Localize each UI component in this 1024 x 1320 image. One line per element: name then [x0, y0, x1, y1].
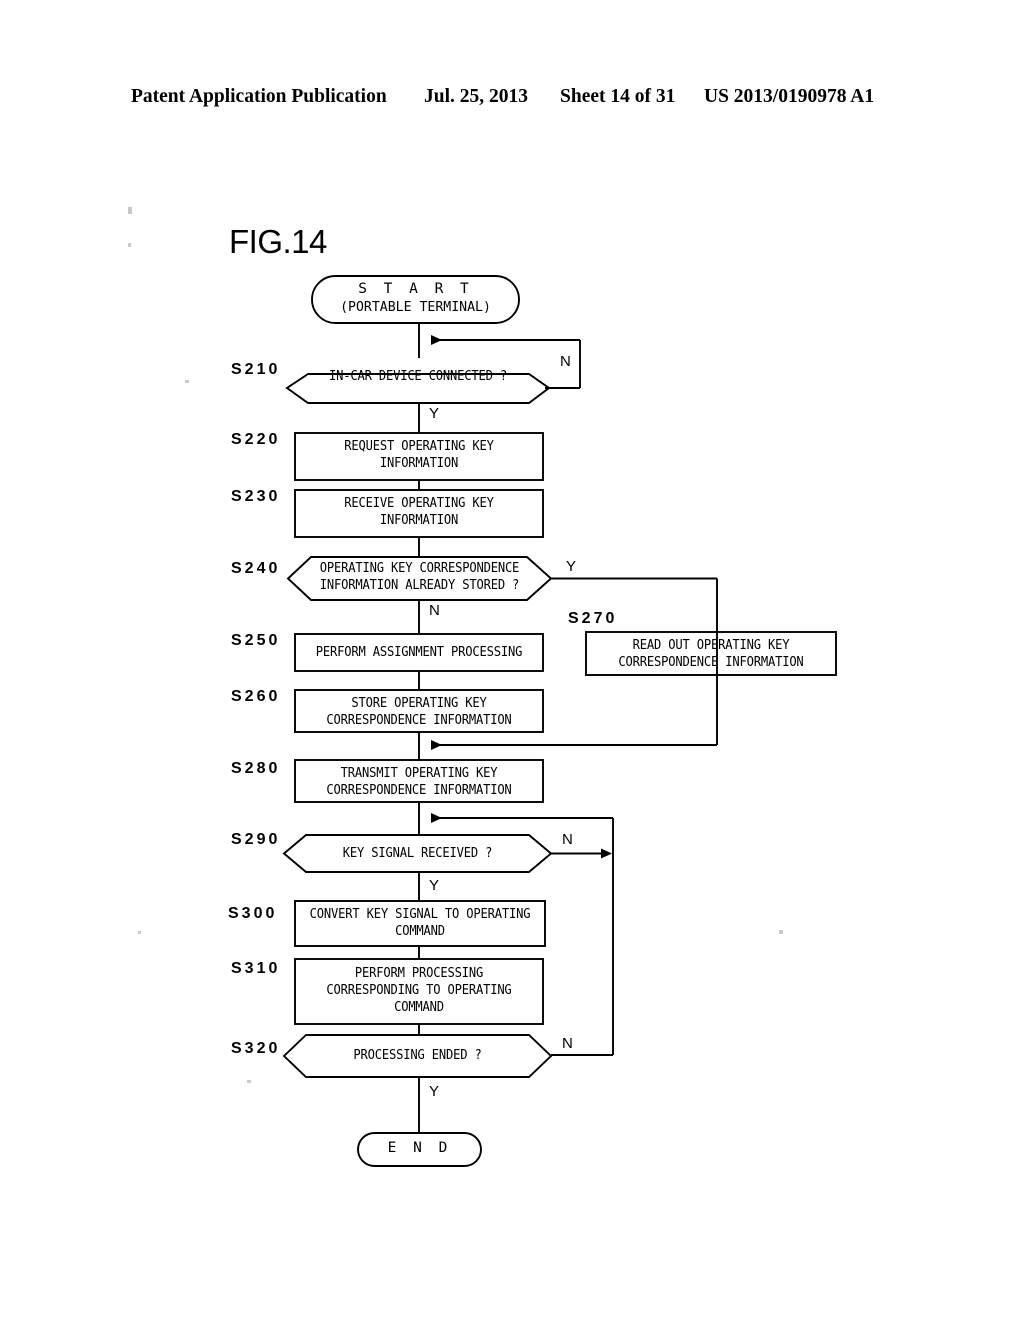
start-terminal-line1: S T A R T: [358, 281, 473, 297]
s310-text-line1: PERFORM PROCESSING: [354, 966, 484, 981]
s280-text-line1: TRANSMIT OPERATING KEY: [340, 766, 498, 781]
s260-text-line1: STORE OPERATING KEY: [351, 696, 487, 711]
step-id-s310: S310: [231, 960, 281, 977]
step-id-s240: S240: [231, 560, 281, 577]
step-id-s290: S290: [231, 831, 281, 848]
s320-text-line1: PROCESSING ENDED ?: [353, 1048, 482, 1063]
branch-label-s320-no: N: [562, 1035, 573, 1052]
s300-text-line2: COMMAND: [395, 924, 445, 939]
branch-label-s210-no: N: [560, 353, 571, 370]
s240-text-line2: INFORMATION ALREADY STORED ?: [319, 578, 520, 593]
s290-text-line1: KEY SIGNAL RECEIVED ?: [342, 846, 493, 861]
s220-text-line2: INFORMATION: [379, 456, 459, 471]
branch-label-s290-yes: Y: [429, 877, 440, 894]
step-id-s280: S280: [231, 760, 281, 777]
s250-text-line1: PERFORM ASSIGNMENT PROCESSING: [315, 645, 523, 660]
s310-text-line2: CORRESPONDING TO OPERATING: [326, 983, 512, 998]
step-id-s250: S250: [231, 632, 281, 649]
step-id-s220: S220: [231, 431, 281, 448]
s270-text-line2: CORRESPONDENCE INFORMATION: [618, 655, 804, 670]
step-id-s230: S230: [231, 488, 281, 505]
s260-text-line2: CORRESPONDENCE INFORMATION: [326, 713, 512, 728]
s310-text-line3: COMMAND: [394, 1000, 444, 1015]
patent-drawing-page: Patent Application Publication Jul. 25, …: [0, 0, 1024, 1320]
step-id-s270: S270: [568, 610, 618, 627]
branch-label-s240-yes: Y: [566, 558, 577, 575]
start-terminal-line2: (PORTABLE TERMINAL): [340, 300, 491, 315]
step-id-s210: S210: [231, 361, 281, 378]
branch-label-s290-no: N: [562, 831, 573, 848]
branch-label-s320-yes: Y: [429, 1083, 440, 1100]
s270-text-line1: READ OUT OPERATING KEY: [632, 638, 790, 653]
s240-text-line1: OPERATING KEY CORRESPONDENCE: [319, 561, 520, 576]
s230-text-line1: RECEIVE OPERATING KEY: [344, 496, 494, 511]
s280-text-line2: CORRESPONDENCE INFORMATION: [326, 783, 512, 798]
end-terminal-label: E N D: [387, 1140, 452, 1156]
step-id-s320: S320: [231, 1040, 281, 1057]
s210-text-line1: IN-CAR DEVICE CONNECTED ?: [328, 369, 508, 384]
step-id-s300: S300: [228, 905, 278, 922]
branch-label-s240-no: N: [429, 602, 440, 619]
branch-label-s210-yes: Y: [429, 405, 440, 422]
step-id-s260: S260: [231, 688, 281, 705]
s220-text-line1: REQUEST OPERATING KEY: [344, 439, 494, 454]
s230-text-line2: INFORMATION: [379, 513, 459, 528]
s300-text-line1: CONVERT KEY SIGNAL TO OPERATING: [309, 907, 531, 922]
